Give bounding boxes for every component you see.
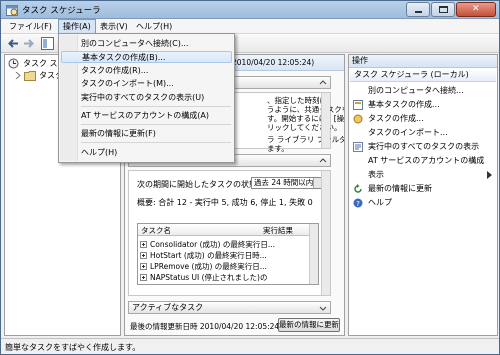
actions-header: 操作 (349, 55, 497, 68)
menu-item-connect-computer[interactable]: 別のコンピュータへ接続(C)... (79, 38, 188, 50)
svg-text:?: ? (356, 200, 360, 208)
action-label: ヘルプ (368, 198, 392, 207)
menu-item-configure-at-service[interactable]: AT サービスのアカウントの構成(A) (79, 110, 209, 122)
table-row-text: Consolidator (成功) の最終実行日... (150, 240, 275, 249)
expand-plus-icon[interactable] (140, 241, 147, 248)
expand-plus-icon[interactable] (140, 274, 147, 281)
action-label: 表示 (368, 170, 384, 179)
close-button[interactable]: ✕ (456, 2, 496, 17)
table-row-text: LPRemove (成功) の最終実行日... (150, 262, 267, 271)
show-hide-tree-icon[interactable] (41, 37, 54, 50)
task-scheduler-icon (8, 58, 19, 69)
action-label: 基本タスクの作成... (368, 100, 440, 109)
table-row-text: HotStart (成功) の最終実行日時... (150, 251, 267, 260)
running-tasks-icon (353, 142, 363, 152)
menu-item-refresh[interactable]: 最新の情報に更新(F) (79, 128, 156, 140)
period-select-value: 過去 24 時間以内 (254, 178, 314, 187)
menu-item-create-basic-task[interactable]: 基本タスクの作成(B)... (61, 51, 232, 63)
table-header: タスク名 実行結果 (138, 224, 318, 236)
create-task-icon (353, 114, 363, 124)
minimize-icon (415, 11, 422, 13)
maximize-icon (439, 6, 448, 13)
minimize-button[interactable] (406, 2, 430, 17)
close-icon: ✕ (472, 4, 480, 14)
submenu-arrow-icon (487, 171, 492, 179)
action-label: タスクのインポート... (368, 128, 448, 137)
header-timestamp: 2010/04/20 12:05:24) (232, 58, 315, 67)
window-title: タスク スケジューラ (22, 6, 101, 16)
menu-separator (81, 142, 231, 143)
menu-separator (81, 124, 231, 125)
table-row[interactable]: HotStart (成功) の最終実行日時... (140, 250, 267, 261)
action-view[interactable]: 表示 (353, 169, 493, 181)
action-label: 最新の情報に更新 (368, 184, 432, 193)
title-bar[interactable]: タスク スケジューラ ✕ (1, 1, 499, 19)
status-bar: 簡単なタスクをすばやく作成します。 (1, 338, 499, 354)
description-scrollbar[interactable] (321, 93, 330, 148)
menu-bar: ファイル(F) 操作(A) 表示(V) ヘルプ(H) (1, 19, 499, 34)
menu-item-create-task[interactable]: タスクの作成(R)... (79, 65, 148, 77)
column-header-task-name[interactable]: タスク名 (141, 225, 171, 236)
menu-view[interactable]: 表示(V) (96, 20, 132, 33)
action-label: 実行中のすべてのタスクの表示 (368, 142, 480, 151)
expand-icon[interactable] (319, 304, 327, 312)
desc-line: リックしてください。 (267, 123, 342, 132)
maximize-button[interactable] (431, 2, 455, 17)
menu-item-help[interactable]: ヘルプ(H) (79, 147, 117, 159)
expand-arrow-icon[interactable] (15, 72, 21, 79)
task-status-table: タスク名 実行結果 Consolidator (成功) の最終実行日... Ho… (137, 223, 319, 285)
collapse-icon[interactable] (319, 79, 327, 87)
menu-separator (81, 106, 231, 107)
refresh-button[interactable]: 最新の情報に更新 (278, 318, 340, 332)
status-scrollbar[interactable] (321, 171, 330, 295)
status-text: 簡単なタスクをすばやく作成します。 (5, 343, 141, 352)
window-controls: ✕ (405, 2, 496, 17)
status-summary: 概要: 合計 12 - 実行中 5, 成功 6, 停止 1, 失敗 0 (137, 198, 313, 207)
table-row[interactable]: LPRemove (成功) の最終実行日... (140, 261, 267, 272)
forward-arrow-icon[interactable] (22, 37, 35, 50)
expand-plus-icon[interactable] (140, 263, 147, 270)
desc-line: ます。 (267, 144, 289, 153)
menu-item-show-running-tasks[interactable]: 実行中のすべてのタスクの表示(U) (79, 92, 204, 104)
back-arrow-icon[interactable] (7, 37, 20, 50)
collapse-icon[interactable] (319, 157, 327, 165)
task-status-box: 次の期間に開始したタスクの状態: 過去 24 時間以内 概要: 合計 12 - … (128, 170, 331, 296)
table-scrollbar[interactable] (309, 224, 318, 284)
active-tasks-section-bar[interactable]: アクティブなタスク (128, 301, 331, 314)
create-basic-task-icon (353, 100, 363, 110)
refresh-icon (354, 184, 362, 193)
menu-help[interactable]: ヘルプ(H) (132, 20, 176, 33)
actions-subheader[interactable]: タスク スケジューラ (ローカル) (350, 69, 496, 82)
expand-plus-icon[interactable] (140, 252, 147, 259)
help-icon: ? (353, 198, 363, 208)
active-tasks-label: アクティブなタスク (132, 303, 204, 312)
action-label: AT サービスのアカウントの構成 (368, 156, 485, 165)
period-select[interactable]: 過去 24 時間以内 (251, 177, 324, 189)
status-period-label: 次の期間に開始したタスクの状態: (137, 180, 260, 189)
app-window: タスク スケジューラ ✕ ファイル(F) 操作(A) 表示(V) ヘルプ(H) … (0, 0, 500, 355)
menu-action[interactable]: 操作(A) (58, 19, 96, 34)
folder-icon (24, 71, 36, 81)
column-header-result[interactable]: 実行結果 (263, 225, 293, 236)
actions-pane: 操作 タスク スケジューラ (ローカル) 別のコンピュータへ接続... 基本タス… (348, 54, 498, 336)
last-refresh-text: 最後の情報更新日時 2010/04/20 12:05:24 (130, 322, 280, 331)
menu-file[interactable]: ファイル(F) (5, 20, 56, 33)
task-scheduler-app-icon (6, 5, 18, 16)
table-row-text: NAPStatus UI (停止されました)の (150, 273, 268, 282)
menu-item-import-task[interactable]: タスクのインポート(M)... (79, 78, 174, 90)
table-row[interactable]: NAPStatus UI (停止されました)の (140, 272, 267, 283)
action-label: タスクの作成... (368, 114, 424, 123)
action-dropdown-menu: 別のコンピュータへ接続(C)... 基本タスクの作成(B)... タスクの作成(… (58, 33, 235, 163)
table-row[interactable]: Consolidator (成功) の最終実行日... (140, 239, 275, 250)
action-label: 別のコンピュータへ接続... (368, 86, 464, 95)
